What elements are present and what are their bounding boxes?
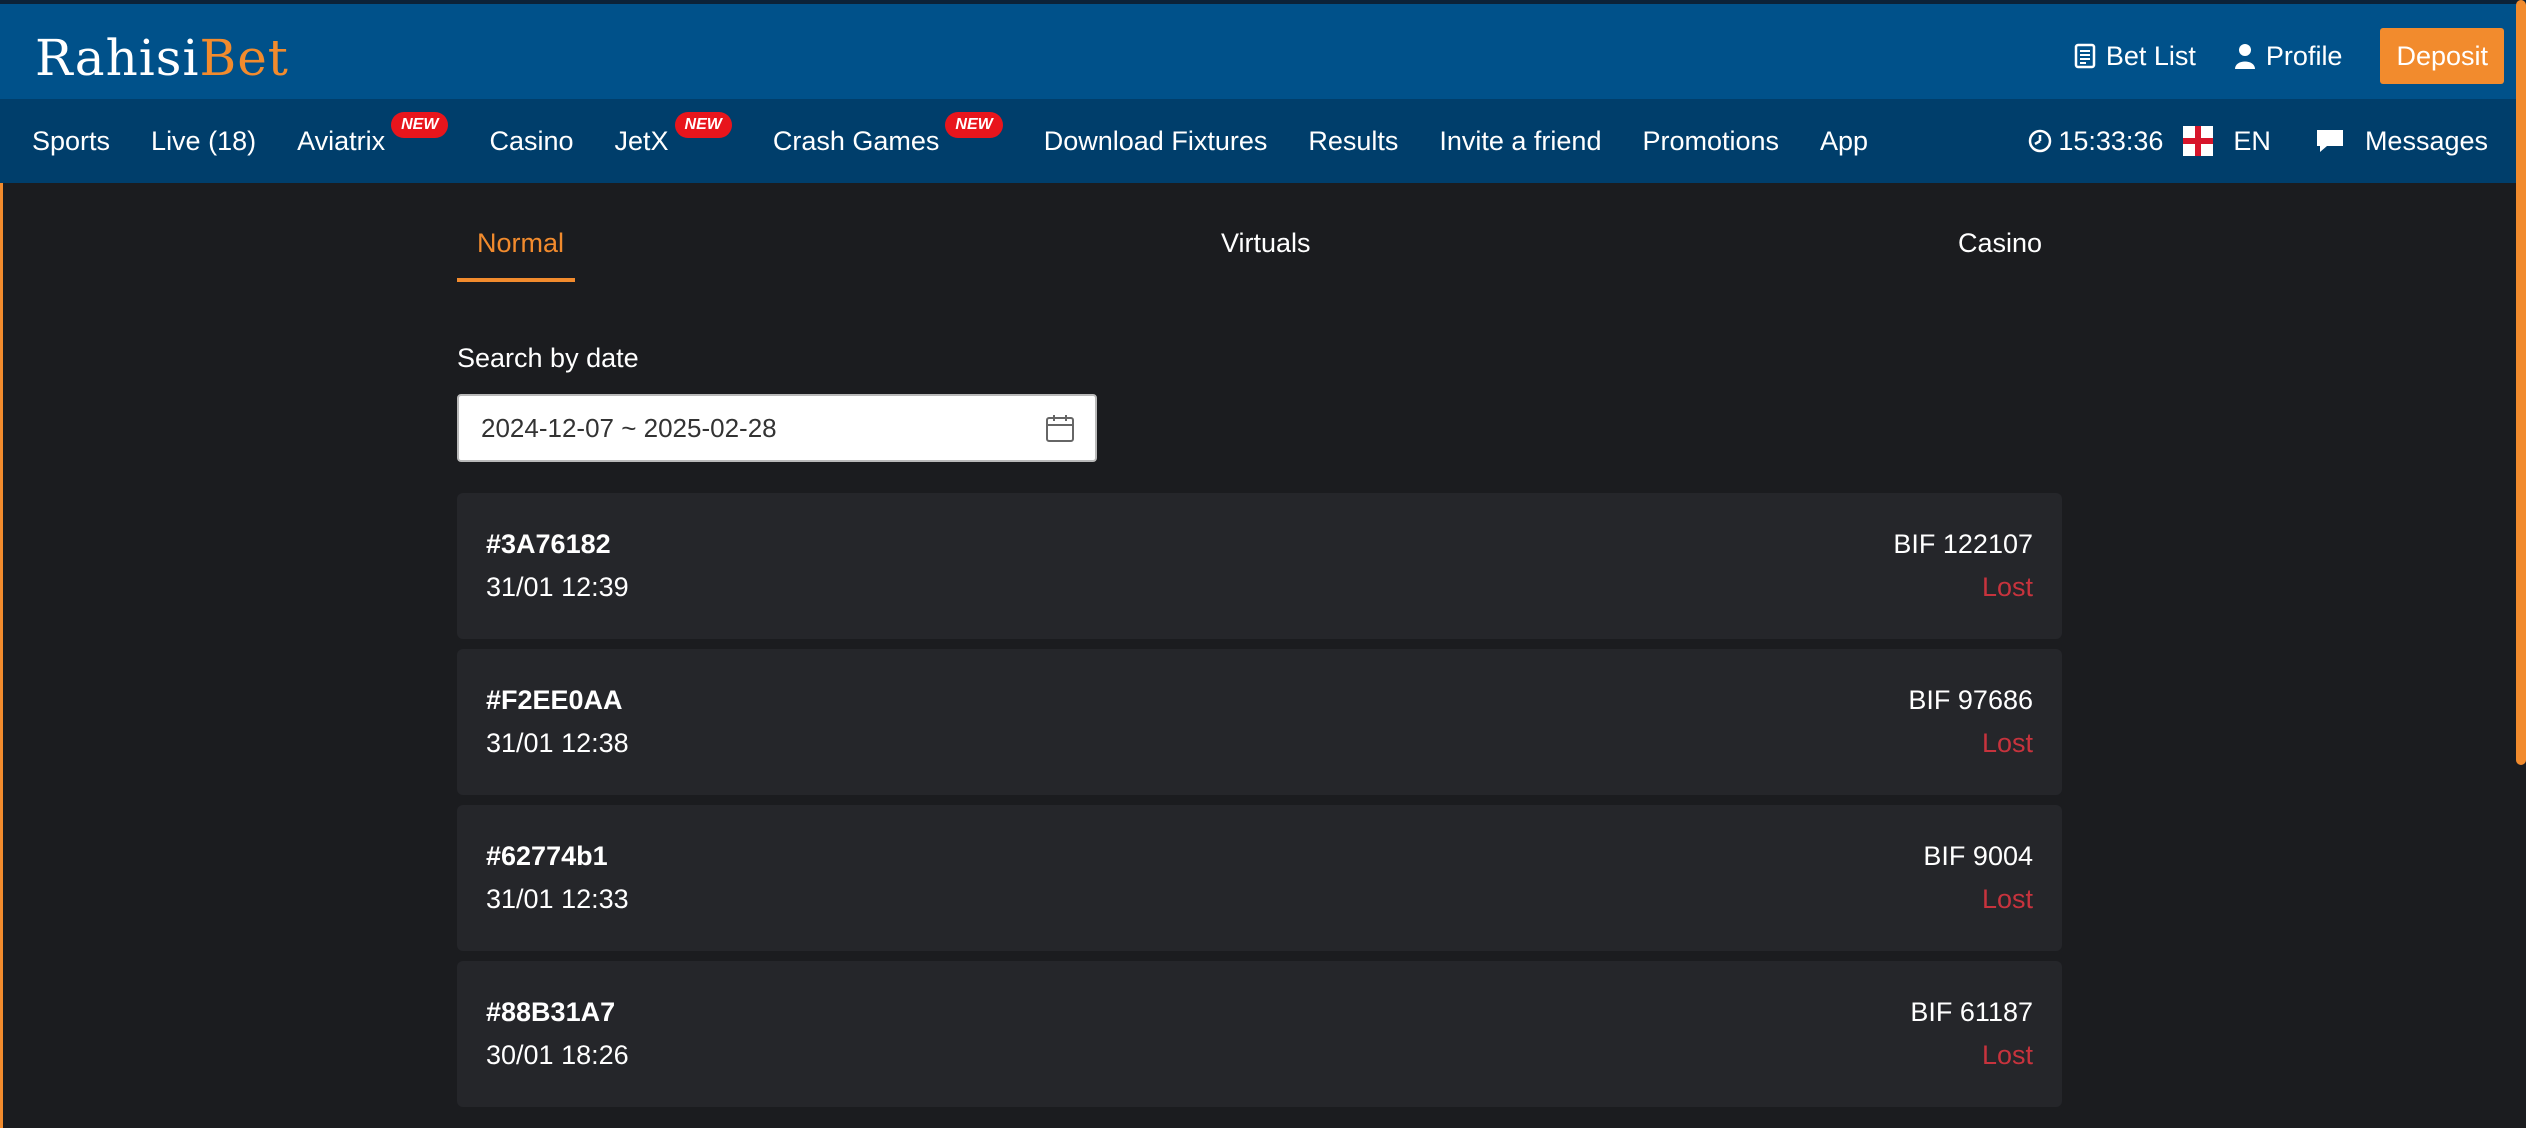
nav-item-download-fixtures[interactable]: Download Fixtures (1044, 126, 1268, 157)
new-badge: NEW (674, 111, 732, 138)
nav-item-promotions[interactable]: Promotions (1642, 126, 1779, 157)
nav-item-sports[interactable]: Sports (32, 126, 110, 157)
nav-item-invite-friend[interactable]: Invite a friend (1439, 126, 1601, 157)
bet-id: #3A76182 (486, 529, 611, 559)
bet-card[interactable]: #3A76182 31/01 12:39 BIF 122107 Lost (457, 493, 2062, 639)
clock: 15:33:36 (2028, 126, 2163, 157)
receipt-icon (2074, 43, 2096, 69)
bet-date: 31/01 12:39 (486, 572, 629, 602)
nav-right: 15:33:36 EN Messages (2028, 99, 2488, 183)
bet-history-content: Normal Virtuals Casino Search by date #3… (457, 183, 2062, 1107)
deposit-button[interactable]: Deposit (2380, 28, 2504, 84)
tab-virtuals[interactable]: Virtuals (1221, 228, 1311, 259)
nav-item-label: Promotions (1642, 125, 1780, 156)
nav-item-label: App (1820, 125, 1869, 156)
england-flag-icon (2183, 126, 2214, 156)
nav-item-label: Crash Games (772, 125, 940, 156)
nav-item-aviatrix[interactable]: Aviatrix NEW (297, 111, 449, 157)
language-selector[interactable]: EN (2183, 126, 2271, 157)
date-range-field[interactable] (457, 394, 1097, 462)
messages-label: Messages (2364, 125, 2488, 156)
bet-id: #88B31A7 (486, 997, 616, 1027)
logo-text-accent: Bet (199, 29, 289, 87)
bet-amount: BIF 9004 (1923, 841, 2033, 871)
user-icon (2234, 43, 2256, 69)
clock-time: 15:33:36 (2058, 125, 2164, 156)
main-nav: Sports Live (18) Aviatrix NEW Casino Jet… (0, 99, 2526, 183)
new-badge: NEW (391, 111, 449, 138)
bet-status: Lost (1981, 884, 2033, 914)
nav-item-label: Results (1308, 125, 1399, 156)
bet-amount: BIF 61187 (1910, 997, 2033, 1027)
calendar-icon[interactable] (1045, 413, 1075, 443)
page-scrollbar[interactable] (2516, 0, 2526, 765)
bet-id: #F2EE0AA (486, 685, 623, 715)
active-tab-indicator (457, 278, 575, 282)
search-by-date-label: Search by date (457, 343, 639, 373)
nav-items: Sports Live (18) Aviatrix NEW Casino Jet… (32, 99, 1909, 183)
nav-item-app[interactable]: App (1820, 126, 1868, 157)
bet-status: Lost (1981, 728, 2033, 758)
bet-card[interactable]: #F2EE0AA 31/01 12:38 BIF 97686 Lost (457, 649, 2062, 795)
bet-date: 31/01 12:38 (486, 728, 629, 758)
bet-card[interactable]: #88B31A7 30/01 18:26 BIF 61187 Lost (457, 961, 2062, 1107)
top-header: RahisiBet Bet List Profile Deposit (0, 0, 2526, 99)
bet-id: #62774b1 (486, 841, 608, 871)
nav-item-label: Casino (489, 125, 574, 156)
bet-date: 30/01 18:26 (486, 1040, 629, 1070)
chat-bubble-icon (2315, 128, 2345, 154)
logo-text-primary: Rahisi (35, 29, 200, 87)
nav-item-live[interactable]: Live (18) (151, 126, 256, 157)
nav-item-label: Invite a friend (1439, 125, 1602, 156)
bet-status: Lost (1981, 572, 2033, 602)
brand-logo[interactable]: RahisiBet (35, 28, 289, 88)
clock-icon (2028, 129, 2052, 153)
tab-normal[interactable]: Normal (477, 228, 564, 259)
nav-item-results[interactable]: Results (1308, 126, 1398, 157)
bet-list-link[interactable]: Bet List (2074, 41, 2196, 72)
bet-card[interactable]: #62774b1 31/01 12:33 BIF 9004 Lost (457, 805, 2062, 951)
nav-item-casino[interactable]: Casino (489, 126, 573, 157)
bet-list-label: Bet List (2105, 40, 2196, 71)
bet-date: 31/01 12:33 (486, 884, 629, 914)
nav-item-jetx[interactable]: JetX NEW (614, 111, 732, 157)
tab-casino[interactable]: Casino (1958, 228, 2042, 259)
language-label: EN (2233, 125, 2271, 156)
profile-link[interactable]: Profile (2234, 40, 2343, 72)
profile-label: Profile (2265, 40, 2343, 71)
date-range-input[interactable] (479, 411, 1045, 445)
bet-amount: BIF 122107 (1893, 529, 2033, 559)
bet-list: #3A76182 31/01 12:39 BIF 122107 Lost #F2… (457, 493, 2062, 1117)
new-badge: NEW (945, 111, 1003, 138)
bet-status: Lost (1981, 1040, 2033, 1070)
bet-amount: BIF 97686 (1908, 685, 2033, 715)
nav-item-label: Sports (32, 125, 111, 156)
messages-link[interactable]: Messages (2315, 126, 2488, 157)
bet-type-tabs: Normal Virtuals Casino (457, 183, 2062, 283)
nav-item-label: JetX (614, 125, 669, 156)
nav-item-crash-games[interactable]: Crash Games NEW (772, 111, 1003, 157)
header-actions: Bet List Profile Deposit (2074, 28, 2504, 84)
nav-item-label: Live (18) (151, 125, 257, 156)
nav-item-label: Download Fixtures (1043, 125, 1268, 156)
nav-item-label: Aviatrix (297, 125, 386, 156)
